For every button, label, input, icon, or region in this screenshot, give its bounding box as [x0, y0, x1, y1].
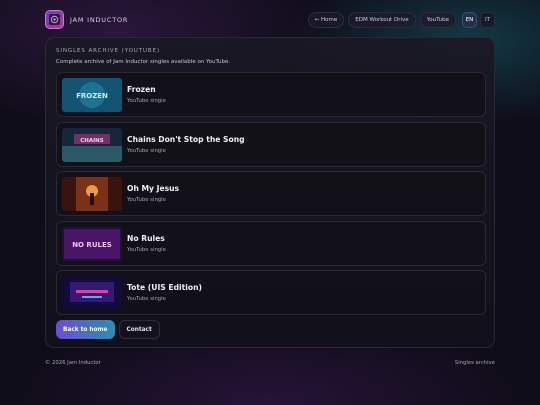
single-item-tote-uis-edition[interactable]: Tote (UIS Edition) YouTube single: [56, 270, 486, 315]
single-cover-thumbnail: [62, 177, 122, 211]
single-subtitle: YouTube single: [127, 246, 166, 253]
single-title: Tote (UIS Edition): [127, 283, 202, 292]
jam-inductor-logo-icon: [45, 10, 64, 29]
card-actions: Back to home Contact: [56, 320, 160, 339]
thumb-text: NO RULES: [72, 241, 112, 249]
nav-home-link[interactable]: ← Home: [307, 12, 345, 28]
single-cover-thumbnail: CHAINS: [62, 127, 122, 162]
single-item-no-rules[interactable]: NO RULES No Rules YouTube single: [56, 220, 486, 266]
single-subtitle: YouTube single: [127, 197, 166, 203]
singles-list: FROZEN Frozen YouTube single CHAINS Chai…: [56, 72, 486, 320]
single-title: Chains Don't Stop the Song: [127, 134, 245, 144]
single-item-frozen[interactable]: FROZEN Frozen YouTube single: [56, 72, 486, 117]
top-nav: ← Home EDM Workout Drive YouTube EN IT: [304, 12, 495, 28]
single-cover-thumbnail: [62, 276, 122, 310]
single-item-chains-dont-stop-the-song[interactable]: CHAINS Chains Don't Stop the Song YouTub…: [56, 121, 486, 167]
thumb-text: FROZEN: [76, 92, 108, 100]
single-title: No Rules: [127, 233, 165, 243]
section-description: Complete archive of Jam Inductor singles…: [56, 59, 231, 65]
single-cover-thumbnail: NO RULES: [62, 226, 122, 261]
single-subtitle: YouTube single: [127, 147, 166, 154]
single-title: Oh My Jesus: [127, 184, 180, 193]
single-item-oh-my-jesus[interactable]: Oh My Jesus YouTube single: [56, 171, 486, 216]
footer-section-label: Singles archive: [454, 360, 495, 366]
single-title: Frozen: [127, 85, 156, 94]
singles-archive-card: SINGLES ARCHIVE (YOUTUBE) Complete archi…: [45, 37, 495, 348]
single-subtitle: YouTube single: [127, 98, 166, 104]
footer-copyright: © 2026 Jam Inductor: [45, 360, 101, 366]
thumb-text: CHAINS: [80, 138, 104, 144]
nav-youtube-link[interactable]: YouTube: [419, 12, 456, 28]
brand[interactable]: JAM INDUCTOR: [45, 10, 128, 29]
language-en-button[interactable]: EN: [462, 12, 477, 28]
language-it-button[interactable]: IT: [480, 12, 495, 28]
section-eyebrow: SINGLES ARCHIVE (YOUTUBE): [56, 48, 161, 54]
top-bar: JAM INDUCTOR ← Home EDM Workout Drive Yo…: [45, 10, 495, 30]
contact-button[interactable]: Contact: [118, 320, 160, 339]
single-subtitle: YouTube single: [127, 296, 166, 302]
single-cover-thumbnail: FROZEN: [62, 78, 122, 112]
nav-edm-workout-drive-link[interactable]: EDM Workout Drive: [348, 12, 416, 28]
back-to-home-button[interactable]: Back to home: [56, 320, 115, 339]
brand-name: JAM INDUCTOR: [70, 15, 129, 24]
